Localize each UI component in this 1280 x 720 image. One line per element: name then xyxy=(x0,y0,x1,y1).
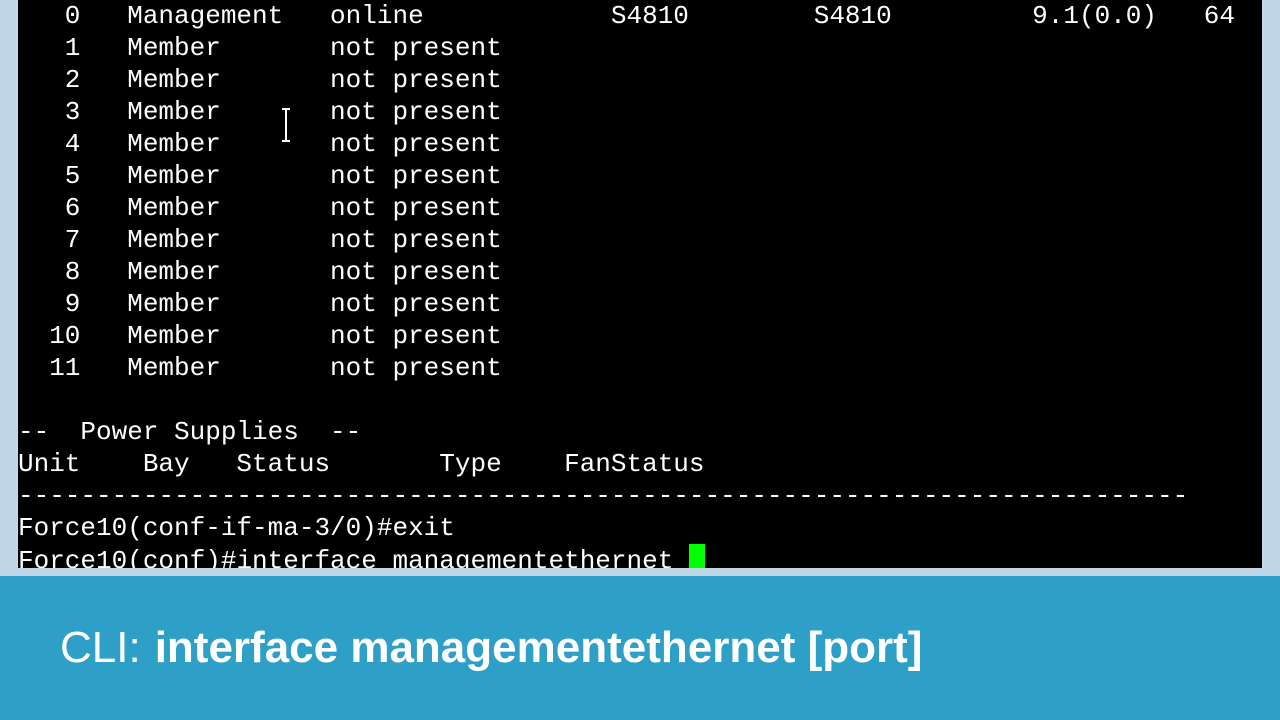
prompt-line-2[interactable]: Force10(conf)#interface managementethern… xyxy=(18,546,705,568)
power-header: -- Power Supplies -- xyxy=(18,417,361,447)
blank-line xyxy=(18,385,34,415)
terminal-output[interactable]: 0 Management online S4810 S4810 9.1(0.0)… xyxy=(18,0,1262,568)
unit-table: 0 Management online S4810 S4810 9.1(0.0)… xyxy=(18,1,1235,383)
power-columns: Unit Bay Status Type FanStatus xyxy=(18,449,705,479)
divider-line: ----------------------------------------… xyxy=(18,481,1188,511)
prompt-line-1: Force10(conf-if-ma-3/0)#exit xyxy=(18,513,455,543)
terminal-cursor-icon xyxy=(689,544,705,568)
caption-text: interface managementethernet [port] xyxy=(155,623,923,673)
caption-prefix: CLI: xyxy=(60,623,141,673)
caption-bar: CLI: interface managementethernet [port] xyxy=(0,576,1280,720)
